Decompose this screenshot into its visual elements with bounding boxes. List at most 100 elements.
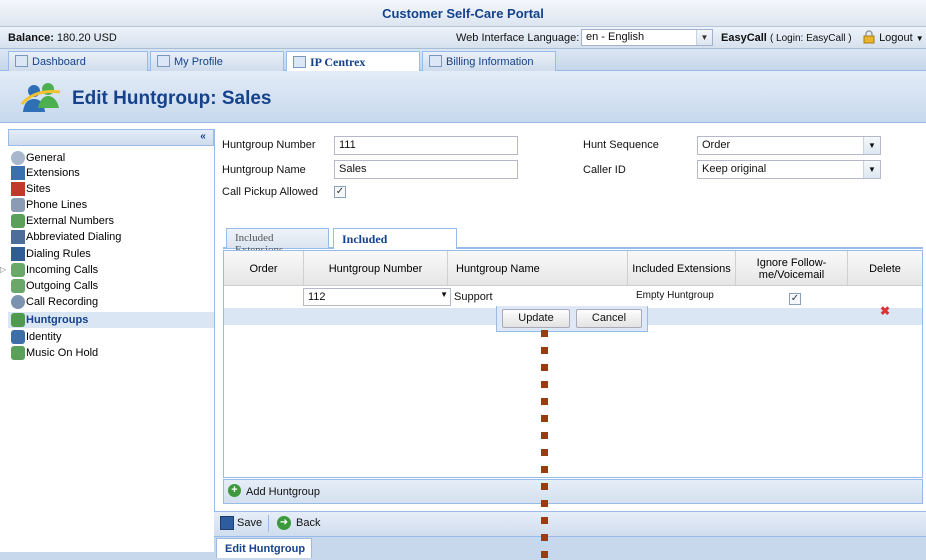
- annotation-dash: [541, 483, 548, 490]
- column-ignore-follow-me[interactable]: Ignore Follow-me/Voicemail: [736, 251, 848, 286]
- huntgroup-name-field[interactable]: Sales: [334, 160, 518, 179]
- language-select[interactable]: en - English ▼: [581, 29, 713, 46]
- music-icon: [11, 346, 25, 360]
- logout-label: Logout: [879, 32, 913, 44]
- tab-included-huntgroups[interactable]: Included Huntgroups: [333, 228, 457, 261]
- caller-id-value: Keep original: [702, 163, 767, 175]
- expand-arrow-icon[interactable]: ▷: [0, 262, 6, 278]
- tab-label: Billing Information: [446, 56, 534, 68]
- tab-dashboard[interactable]: Dashboard: [8, 51, 148, 71]
- back-button[interactable]: Back: [296, 517, 320, 529]
- sidebar-item-sites[interactable]: Sites: [8, 181, 214, 197]
- tab-label: IP Centrex: [310, 55, 366, 69]
- sidebar-item-label: Extensions: [26, 167, 80, 179]
- annotation-dash: [541, 398, 548, 405]
- tab-my-profile[interactable]: My Profile: [150, 51, 284, 71]
- sidebar-item-dialing-rules[interactable]: Dialing Rules: [8, 246, 214, 262]
- sidebar-header: [8, 129, 214, 146]
- sidebar-item-call-recording[interactable]: Call Recording: [8, 294, 214, 310]
- annotation-dash: [541, 415, 548, 422]
- dashboard-icon: [15, 55, 28, 67]
- language-label: Web Interface Language:: [456, 32, 580, 44]
- sidebar-item-label: Dialing Rules: [26, 248, 91, 260]
- sidebar-item-outgoing-calls[interactable]: Outgoing Calls: [8, 278, 214, 294]
- collapse-sidebar-button[interactable]: «: [196, 130, 210, 144]
- sidebar-item-identity[interactable]: Identity: [8, 329, 214, 345]
- chevron-down-icon[interactable]: ▼: [863, 137, 880, 154]
- extensions-icon: [11, 166, 25, 180]
- user-name: EasyCall: [721, 32, 767, 44]
- call-pickup-label: Call Pickup Allowed: [222, 186, 318, 198]
- sidebar-item-label: Incoming Calls: [26, 264, 99, 276]
- add-huntgroup-button[interactable]: Add Huntgroup: [246, 486, 320, 498]
- cancel-button[interactable]: Cancel: [576, 309, 642, 328]
- huntgroup-users-icon: [20, 83, 61, 112]
- sidebar-item-huntgroups[interactable]: Huntgroups: [8, 312, 214, 328]
- chevron-down-icon[interactable]: ▼: [863, 161, 880, 178]
- hunt-sequence-select[interactable]: Order ▼: [697, 136, 881, 155]
- save-icon[interactable]: [220, 516, 234, 530]
- sidebar-item-label: Identity: [26, 331, 62, 343]
- sidebar-footer: [0, 552, 214, 560]
- hunt-sequence-value: Order: [702, 139, 731, 151]
- tab-included-extensions[interactable]: Included Extensions: [226, 228, 329, 256]
- call-pickup-checkbox[interactable]: ✓: [334, 186, 346, 198]
- user-login: ( Login: EasyCall ): [769, 33, 852, 44]
- annotation-dash: [541, 330, 548, 337]
- column-huntgroup-number[interactable]: Huntgroup Number: [304, 251, 448, 286]
- delete-icon[interactable]: ✖: [880, 304, 890, 318]
- tab-ip-centrex[interactable]: IP Centrex: [286, 51, 420, 72]
- caller-id-label: Caller ID: [583, 164, 626, 176]
- page-title: Edit Huntgroup: Sales: [72, 88, 272, 109]
- user-info: EasyCall ( Login: EasyCall ): [721, 32, 852, 44]
- annotation-dash: [541, 381, 548, 388]
- column-delete[interactable]: Delete: [848, 251, 922, 286]
- tab-label: My Profile: [174, 56, 223, 68]
- balance-value: 180.20 USD: [56, 32, 117, 44]
- huntgroup-number-combo[interactable]: 112 ▼: [303, 288, 451, 306]
- toolbar-separator: [268, 515, 269, 532]
- phone-icon: [11, 198, 25, 212]
- sidebar-item-external-numbers[interactable]: External Numbers: [8, 213, 214, 229]
- sidebar-item-label: Call Recording: [26, 296, 99, 308]
- hunt-sequence-label: Hunt Sequence: [583, 139, 659, 151]
- column-order[interactable]: Order: [224, 251, 304, 286]
- logout-button[interactable]: Logout ▼: [862, 30, 924, 44]
- sidebar-item-phone-lines[interactable]: Phone Lines: [8, 197, 214, 213]
- outgoing-calls-icon: [11, 279, 25, 293]
- sidebar-item-abbreviated-dialing[interactable]: Abbreviated Dialing: [8, 229, 214, 245]
- document-icon: [429, 55, 442, 67]
- tab-edit-huntgroup[interactable]: Edit Huntgroup: [216, 538, 312, 558]
- add-icon[interactable]: +: [228, 484, 241, 497]
- back-icon[interactable]: ➜: [277, 516, 291, 530]
- huntgroup-number-field[interactable]: 111: [334, 136, 518, 155]
- language-value: en - English: [586, 31, 645, 43]
- call-recording-icon: [11, 295, 25, 309]
- sidebar-item-music-on-hold[interactable]: Music On Hold: [8, 345, 214, 361]
- sidebar-item-label: Huntgroups: [26, 314, 89, 326]
- chevron-down-icon: ▼: [915, 34, 924, 43]
- column-included-extensions[interactable]: Included Extensions: [628, 251, 736, 286]
- sidebar-item-incoming-calls[interactable]: ▷ Incoming Calls: [0, 262, 214, 278]
- sites-icon: [11, 182, 25, 196]
- balance-label: Balance:: [8, 32, 54, 44]
- sidebar-item-label: External Numbers: [26, 215, 115, 227]
- sidebar-item-label: Outgoing Calls: [26, 280, 99, 292]
- sidebar-item-general[interactable]: General: [8, 150, 214, 166]
- identity-icon: [11, 330, 25, 344]
- chevron-down-icon[interactable]: ▼: [696, 30, 712, 45]
- update-button[interactable]: Update: [502, 309, 570, 328]
- gear-icon: [11, 151, 25, 165]
- caller-id-select[interactable]: Keep original ▼: [697, 160, 881, 179]
- ignore-follow-me-checkbox[interactable]: ✓: [789, 293, 801, 305]
- tab-billing-information[interactable]: Billing Information: [422, 51, 556, 71]
- save-button[interactable]: Save: [237, 517, 262, 529]
- abbreviated-dialing-icon: [11, 230, 25, 244]
- lock-icon: [863, 30, 875, 44]
- sidebar-item-extensions[interactable]: Extensions: [8, 165, 214, 181]
- balance: Balance: 180.20 USD: [8, 32, 117, 44]
- huntgroup-number-label: Huntgroup Number: [222, 139, 316, 151]
- dialing-rules-icon: [11, 247, 25, 261]
- column-huntgroup-name[interactable]: Huntgroup Name: [448, 251, 628, 286]
- chevron-down-icon[interactable]: ▼: [440, 290, 448, 299]
